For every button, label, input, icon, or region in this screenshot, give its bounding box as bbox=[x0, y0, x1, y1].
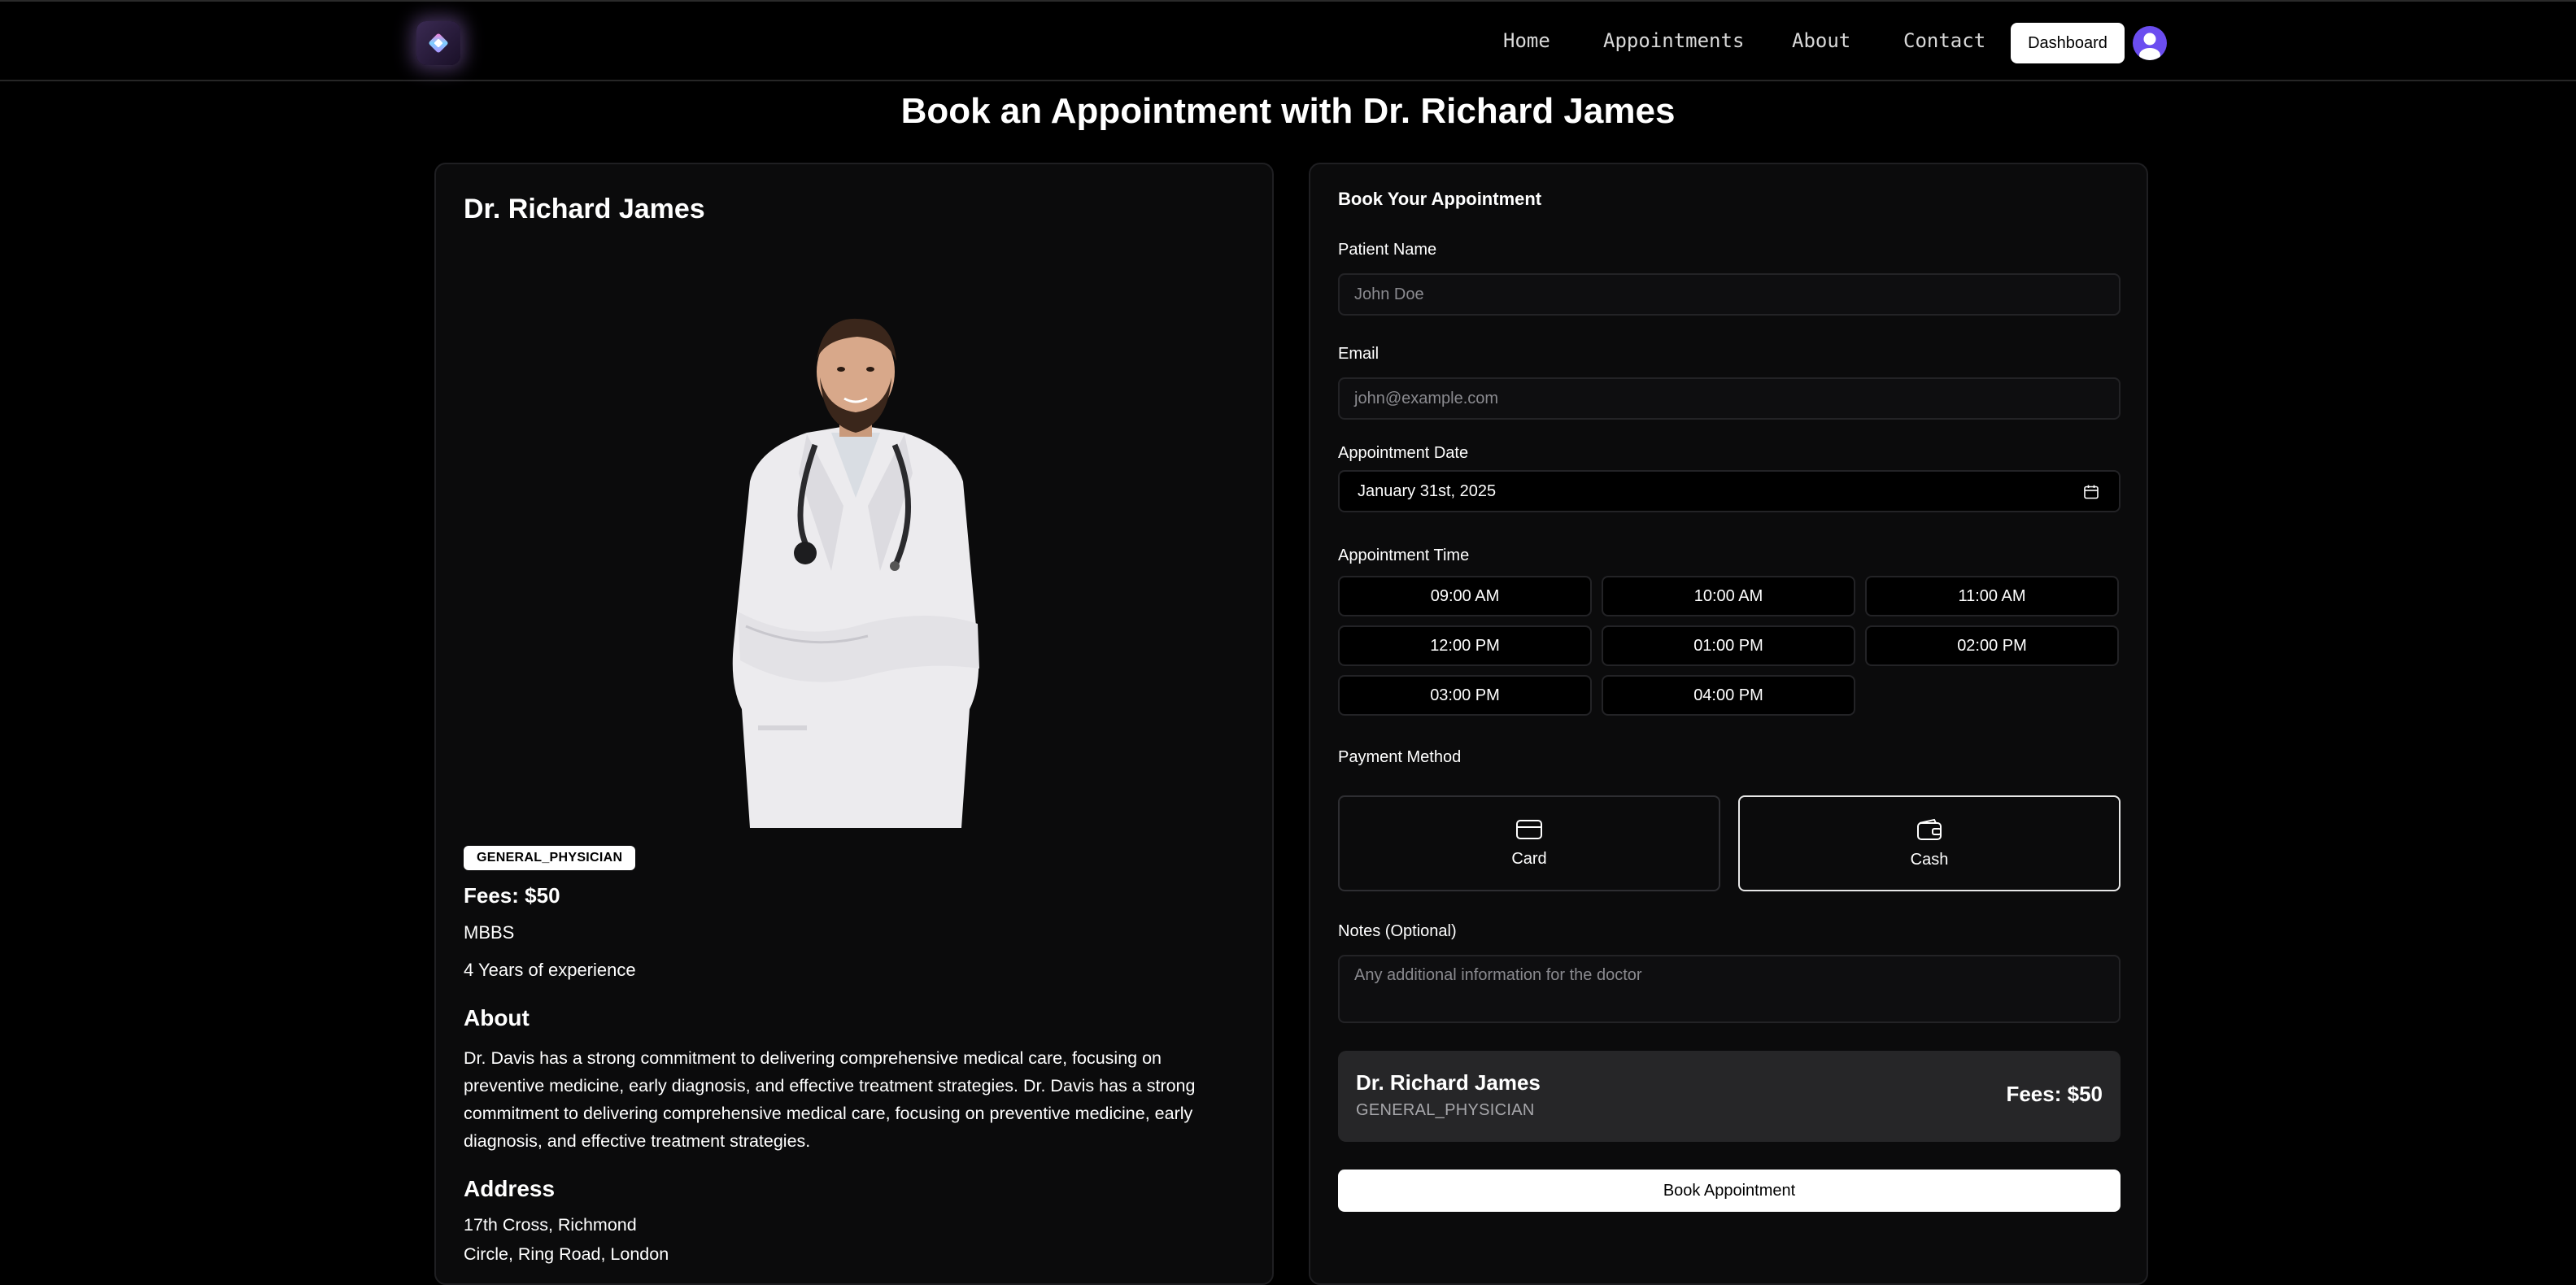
user-icon bbox=[2139, 33, 2160, 60]
page-title: Book an Appointment with Dr. Richard Jam… bbox=[900, 91, 1676, 131]
payment-method-label: Payment Method bbox=[1338, 748, 1462, 766]
address-heading: Address bbox=[464, 1176, 556, 1201]
top-navbar: Home Appointments About Contact Dashboar… bbox=[0, 0, 2576, 81]
time-slot-1400[interactable]: 02:00 PM bbox=[1865, 625, 2119, 666]
patient-name-label: Patient Name bbox=[1338, 241, 1437, 259]
nav-appointments-link[interactable]: Appointments bbox=[1603, 29, 1744, 52]
diamond-logo-icon bbox=[429, 33, 448, 53]
about-text: Dr. Davis has a strong commitment to del… bbox=[464, 1048, 1196, 1151]
doctor-photo bbox=[732, 318, 979, 828]
summary-specialty: GENERAL_PHYSICIAN bbox=[1356, 1101, 1535, 1119]
time-slot-1100[interactable]: 11:00 AM bbox=[1865, 576, 2119, 616]
user-avatar[interactable] bbox=[2133, 26, 2167, 60]
dashboard-button[interactable]: Dashboard bbox=[2011, 23, 2125, 63]
notes-textarea[interactable]: Any additional information for the docto… bbox=[1338, 955, 2121, 1023]
calendar-icon bbox=[2084, 485, 2099, 499]
email-input[interactable]: john@example.com bbox=[1338, 377, 2121, 420]
payment-card-label: Card bbox=[1511, 849, 1547, 868]
summary-doctor-name: Dr. Richard James bbox=[1356, 1070, 1541, 1095]
specialty-badge: GENERAL_PHYSICIAN bbox=[464, 846, 636, 870]
nav-contact-link[interactable]: Contact bbox=[1903, 29, 1985, 52]
time-slot-1300[interactable]: 01:00 PM bbox=[1602, 625, 1855, 666]
doctor-name: Dr. Richard James bbox=[464, 194, 705, 224]
time-slot-0900[interactable]: 09:00 AM bbox=[1338, 576, 1592, 616]
form-title: Book Your Appointment bbox=[1338, 189, 1542, 209]
wallet-icon bbox=[1917, 818, 1942, 840]
credit-card-icon bbox=[1516, 819, 1542, 839]
patient-name-input[interactable]: John Doe bbox=[1338, 273, 2121, 316]
time-slot-1200[interactable]: 12:00 PM bbox=[1338, 625, 1592, 666]
doctor-degree: MBBS bbox=[464, 922, 515, 943]
notes-label: Notes (Optional) bbox=[1338, 922, 1457, 940]
appointment-time-label: Appointment Time bbox=[1338, 547, 1470, 564]
appointment-date-value: January 31st, 2025 bbox=[1358, 481, 1497, 500]
address-line-2: Circle, Ring Road, London bbox=[464, 1244, 669, 1264]
payment-cash-label: Cash bbox=[1910, 850, 1949, 869]
time-slot-1500[interactable]: 03:00 PM bbox=[1338, 675, 1592, 716]
nav-home-link[interactable]: Home bbox=[1503, 29, 1550, 52]
time-slot-1000[interactable]: 10:00 AM bbox=[1602, 576, 1855, 616]
email-label: Email bbox=[1338, 345, 1380, 363]
booking-form-card: Book Your Appointment Patient Name John … bbox=[1309, 163, 2148, 1285]
payment-cash-option[interactable]: Cash bbox=[1738, 795, 2121, 891]
doctor-profile-card: Dr. Richard James GENERAL_PHYSICIAN Fees… bbox=[434, 163, 1274, 1285]
doctor-experience: 4 Years of experience bbox=[464, 960, 636, 980]
nav-about-link[interactable]: About bbox=[1792, 29, 1850, 52]
book-appointment-button[interactable]: Book Appointment bbox=[1338, 1170, 2121, 1212]
payment-card-option[interactable]: Card bbox=[1338, 795, 1720, 891]
booking-summary: Dr. Richard James GENERAL_PHYSICIAN Fees… bbox=[1338, 1051, 2121, 1142]
app-logo[interactable] bbox=[416, 21, 460, 65]
address-line-1: 17th Cross, Richmond bbox=[464, 1215, 637, 1235]
appointment-date-label: Appointment Date bbox=[1338, 444, 1469, 462]
time-slot-1600[interactable]: 04:00 PM bbox=[1602, 675, 1855, 716]
about-heading: About bbox=[464, 1005, 530, 1030]
summary-fees: Fees: $50 bbox=[2006, 1082, 2103, 1106]
doctor-fees: Fees: $50 bbox=[464, 883, 560, 908]
appointment-date-picker[interactable]: January 31st, 2025 bbox=[1338, 470, 2121, 512]
